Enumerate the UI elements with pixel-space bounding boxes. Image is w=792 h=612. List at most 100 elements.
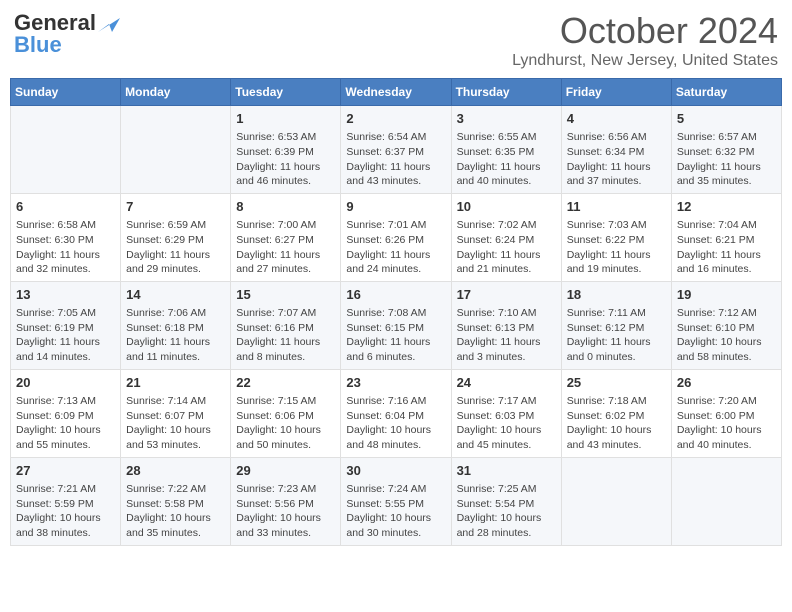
calendar-cell bbox=[11, 106, 121, 194]
day-number: 15 bbox=[236, 286, 335, 304]
day-info: Sunrise: 7:11 AM Sunset: 6:12 PM Dayligh… bbox=[567, 306, 666, 365]
day-number: 10 bbox=[457, 198, 556, 216]
location: Lyndhurst, New Jersey, United States bbox=[512, 52, 778, 70]
day-number: 8 bbox=[236, 198, 335, 216]
day-info: Sunrise: 7:02 AM Sunset: 6:24 PM Dayligh… bbox=[457, 218, 556, 277]
calendar-cell: 17Sunrise: 7:10 AM Sunset: 6:13 PM Dayli… bbox=[451, 281, 561, 369]
header-day-friday: Friday bbox=[561, 79, 671, 106]
day-number: 12 bbox=[677, 198, 776, 216]
calendar-cell: 29Sunrise: 7:23 AM Sunset: 5:56 PM Dayli… bbox=[231, 457, 341, 545]
day-info: Sunrise: 7:04 AM Sunset: 6:21 PM Dayligh… bbox=[677, 218, 776, 277]
day-number: 21 bbox=[126, 374, 225, 392]
calendar-cell bbox=[671, 457, 781, 545]
calendar-cell bbox=[561, 457, 671, 545]
day-number: 14 bbox=[126, 286, 225, 304]
header-day-thursday: Thursday bbox=[451, 79, 561, 106]
logo-blue: Blue bbox=[14, 32, 62, 58]
calendar-table: SundayMondayTuesdayWednesdayThursdayFrid… bbox=[10, 78, 782, 546]
day-info: Sunrise: 7:25 AM Sunset: 5:54 PM Dayligh… bbox=[457, 482, 556, 541]
calendar-cell: 6 Sunrise: 6:58 AM Sunset: 6:30 PM Daylig… bbox=[11, 193, 121, 281]
calendar-cell: 16Sunrise: 7:08 AM Sunset: 6:15 PM Dayli… bbox=[341, 281, 451, 369]
page-header: General Blue October 2024 Lyndhurst, New… bbox=[10, 10, 782, 70]
day-number: 31 bbox=[457, 462, 556, 480]
day-number: 7 bbox=[126, 198, 225, 216]
day-number: 28 bbox=[126, 462, 225, 480]
day-number: 25 bbox=[567, 374, 666, 392]
calendar-cell: 4 Sunrise: 6:56 AM Sunset: 6:34 PM Daylig… bbox=[561, 106, 671, 194]
day-number: 16 bbox=[346, 286, 445, 304]
day-number: 26 bbox=[677, 374, 776, 392]
day-info: Sunrise: 7:23 AM Sunset: 5:56 PM Dayligh… bbox=[236, 482, 335, 541]
day-number: 20 bbox=[16, 374, 115, 392]
calendar-cell: 3 Sunrise: 6:55 AM Sunset: 6:35 PM Daylig… bbox=[451, 106, 561, 194]
day-number: 27 bbox=[16, 462, 115, 480]
calendar-cell: 1Sunrise: 6:53 AM Sunset: 6:39 PM Daylig… bbox=[231, 106, 341, 194]
calendar-cell: 23Sunrise: 7:16 AM Sunset: 6:04 PM Dayli… bbox=[341, 369, 451, 457]
week-row-4: 20 Sunrise: 7:13 AM Sunset: 6:09 PM Dayli… bbox=[11, 369, 782, 457]
logo-bird-icon bbox=[98, 14, 120, 32]
calendar-cell: 11 Sunrise: 7:03 AM Sunset: 6:22 PM Dayli… bbox=[561, 193, 671, 281]
week-row-3: 13Sunrise: 7:05 AM Sunset: 6:19 PM Dayli… bbox=[11, 281, 782, 369]
week-row-2: 6 Sunrise: 6:58 AM Sunset: 6:30 PM Daylig… bbox=[11, 193, 782, 281]
header-day-saturday: Saturday bbox=[671, 79, 781, 106]
day-number: 3 bbox=[457, 110, 556, 128]
day-number: 6 bbox=[16, 198, 115, 216]
day-info: Sunrise: 7:00 AM Sunset: 6:27 PM Dayligh… bbox=[236, 218, 335, 277]
calendar-cell: 24 Sunrise: 7:17 AM Sunset: 6:03 PM Dayli… bbox=[451, 369, 561, 457]
day-info: Sunrise: 7:15 AM Sunset: 6:06 PM Dayligh… bbox=[236, 394, 335, 453]
day-info: Sunrise: 6:53 AM Sunset: 6:39 PM Dayligh… bbox=[236, 130, 335, 189]
day-info: Sunrise: 6:56 AM Sunset: 6:34 PM Dayligh… bbox=[567, 130, 666, 189]
day-number: 19 bbox=[677, 286, 776, 304]
day-number: 4 bbox=[567, 110, 666, 128]
day-number: 13 bbox=[16, 286, 115, 304]
calendar-cell: 14 Sunrise: 7:06 AM Sunset: 6:18 PM Dayli… bbox=[121, 281, 231, 369]
day-info: Sunrise: 6:54 AM Sunset: 6:37 PM Dayligh… bbox=[346, 130, 445, 189]
calendar-cell: 10 Sunrise: 7:02 AM Sunset: 6:24 PM Dayli… bbox=[451, 193, 561, 281]
day-info: Sunrise: 6:58 AM Sunset: 6:30 PM Dayligh… bbox=[16, 218, 115, 277]
day-info: Sunrise: 7:17 AM Sunset: 6:03 PM Dayligh… bbox=[457, 394, 556, 453]
day-number: 22 bbox=[236, 374, 335, 392]
calendar-cell: 27 Sunrise: 7:21 AM Sunset: 5:59 PM Dayli… bbox=[11, 457, 121, 545]
day-info: Sunrise: 7:20 AM Sunset: 6:00 PM Dayligh… bbox=[677, 394, 776, 453]
day-info: Sunrise: 6:55 AM Sunset: 6:35 PM Dayligh… bbox=[457, 130, 556, 189]
calendar-cell: 22 Sunrise: 7:15 AM Sunset: 6:06 PM Dayli… bbox=[231, 369, 341, 457]
day-number: 5 bbox=[677, 110, 776, 128]
day-info: Sunrise: 7:10 AM Sunset: 6:13 PM Dayligh… bbox=[457, 306, 556, 365]
day-number: 18 bbox=[567, 286, 666, 304]
calendar-cell: 21 Sunrise: 7:14 AM Sunset: 6:07 PM Dayli… bbox=[121, 369, 231, 457]
calendar-cell: 30 Sunrise: 7:24 AM Sunset: 5:55 PM Dayli… bbox=[341, 457, 451, 545]
day-info: Sunrise: 7:01 AM Sunset: 6:26 PM Dayligh… bbox=[346, 218, 445, 277]
day-number: 23 bbox=[346, 374, 445, 392]
day-info: Sunrise: 7:07 AM Sunset: 6:16 PM Dayligh… bbox=[236, 306, 335, 365]
calendar-cell: 18 Sunrise: 7:11 AM Sunset: 6:12 PM Dayli… bbox=[561, 281, 671, 369]
calendar-cell: 31 Sunrise: 7:25 AM Sunset: 5:54 PM Dayli… bbox=[451, 457, 561, 545]
day-info: Sunrise: 6:57 AM Sunset: 6:32 PM Dayligh… bbox=[677, 130, 776, 189]
calendar-cell: 19 Sunrise: 7:12 AM Sunset: 6:10 PM Dayli… bbox=[671, 281, 781, 369]
calendar-cell: 9 Sunrise: 7:01 AM Sunset: 6:26 PM Daylig… bbox=[341, 193, 451, 281]
week-row-1: 1Sunrise: 6:53 AM Sunset: 6:39 PM Daylig… bbox=[11, 106, 782, 194]
calendar-cell: 5 Sunrise: 6:57 AM Sunset: 6:32 PM Daylig… bbox=[671, 106, 781, 194]
calendar-cell bbox=[121, 106, 231, 194]
calendar-cell: 15 Sunrise: 7:07 AM Sunset: 6:16 PM Dayli… bbox=[231, 281, 341, 369]
day-info: Sunrise: 7:24 AM Sunset: 5:55 PM Dayligh… bbox=[346, 482, 445, 541]
header-day-sunday: Sunday bbox=[11, 79, 121, 106]
day-number: 2 bbox=[346, 110, 445, 128]
calendar-cell: 7Sunrise: 6:59 AM Sunset: 6:29 PM Daylig… bbox=[121, 193, 231, 281]
header-day-wednesday: Wednesday bbox=[341, 79, 451, 106]
calendar-cell: 20 Sunrise: 7:13 AM Sunset: 6:09 PM Dayli… bbox=[11, 369, 121, 457]
day-info: Sunrise: 7:18 AM Sunset: 6:02 PM Dayligh… bbox=[567, 394, 666, 453]
day-number: 11 bbox=[567, 198, 666, 216]
header-day-tuesday: Tuesday bbox=[231, 79, 341, 106]
day-info: Sunrise: 7:12 AM Sunset: 6:10 PM Dayligh… bbox=[677, 306, 776, 365]
header-day-monday: Monday bbox=[121, 79, 231, 106]
logo: General Blue bbox=[14, 10, 120, 58]
day-number: 24 bbox=[457, 374, 556, 392]
day-number: 9 bbox=[346, 198, 445, 216]
day-info: Sunrise: 7:03 AM Sunset: 6:22 PM Dayligh… bbox=[567, 218, 666, 277]
day-info: Sunrise: 7:06 AM Sunset: 6:18 PM Dayligh… bbox=[126, 306, 225, 365]
day-info: Sunrise: 7:13 AM Sunset: 6:09 PM Dayligh… bbox=[16, 394, 115, 453]
day-info: Sunrise: 7:22 AM Sunset: 5:58 PM Dayligh… bbox=[126, 482, 225, 541]
day-info: Sunrise: 7:14 AM Sunset: 6:07 PM Dayligh… bbox=[126, 394, 225, 453]
day-number: 30 bbox=[346, 462, 445, 480]
day-info: Sunrise: 7:21 AM Sunset: 5:59 PM Dayligh… bbox=[16, 482, 115, 541]
